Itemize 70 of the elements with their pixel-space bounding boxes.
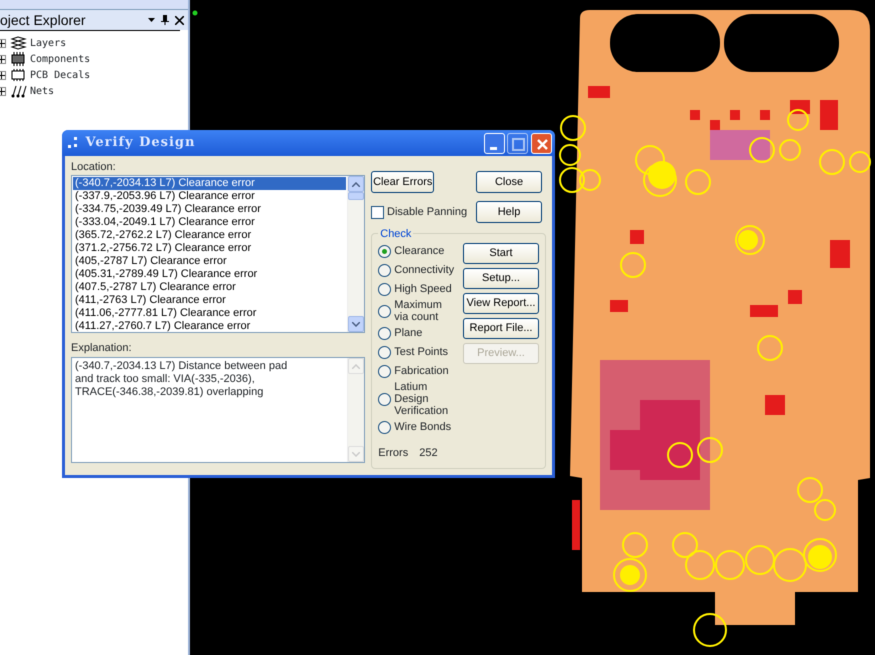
checkbox-label[interactable]: Disable Panning <box>387 204 468 220</box>
action-button[interactable]: Report File... <box>463 318 539 339</box>
expand-icon[interactable] <box>0 72 5 78</box>
radio-button[interactable] <box>378 304 392 318</box>
list-item[interactable]: (411.06,-2777.81 L7) Clearance error <box>73 307 346 320</box>
scrollbar[interactable] <box>347 176 364 332</box>
clear-errors-button[interactable]: Clear Errors <box>371 171 434 193</box>
errors-label: Errors <box>378 446 408 461</box>
radio-label[interactable]: Connectivity <box>394 264 458 276</box>
radio-label[interactable]: Clearance <box>394 245 458 257</box>
panel-title: oject Explorer <box>0 10 86 30</box>
pin-icon[interactable] <box>161 15 169 25</box>
list-item[interactable]: (411,-2763 L7) Clearance error <box>73 294 346 307</box>
radio-button[interactable] <box>378 244 392 258</box>
scroll-up-icon[interactable] <box>352 182 360 186</box>
radio-button[interactable] <box>378 364 392 378</box>
radio-label[interactable]: Test Points <box>394 346 458 358</box>
list-item[interactable]: (-334.75,-2039.49 L7) Clearance error <box>73 203 346 216</box>
action-button[interactable]: Setup... <box>463 268 539 289</box>
maximize-icon[interactable] <box>507 132 528 154</box>
expand-icon[interactable] <box>0 88 5 94</box>
radio-label[interactable]: Latium Design Verification <box>394 381 458 417</box>
tree-item[interactable]: PCB Decals <box>30 68 90 82</box>
radio-button[interactable] <box>378 346 392 358</box>
scroll-down-icon[interactable] <box>352 322 360 326</box>
list-item[interactable]: (365.72,-2762.2 L7) Clearance error <box>73 229 346 242</box>
radio-label[interactable]: Fabrication <box>394 365 458 377</box>
layers-icon <box>9 36 27 50</box>
expand-icon[interactable] <box>0 40 5 46</box>
errors-count: 252 <box>419 446 438 461</box>
action-button[interactable]: View Report... <box>463 293 539 314</box>
tree-item[interactable]: Layers <box>30 36 66 50</box>
radio-button[interactable] <box>378 264 392 276</box>
scroll-thumb[interactable] <box>348 192 364 200</box>
list-item[interactable]: (411.27,-2760.7 L7) Clearance error <box>73 320 346 332</box>
tree-item[interactable]: Components <box>30 52 90 66</box>
chip-icon <box>9 52 27 66</box>
field-label: Location: <box>71 160 117 175</box>
origin-marker <box>192 10 198 16</box>
radio-button[interactable] <box>378 326 392 340</box>
radio-button[interactable] <box>378 282 392 296</box>
help-button[interactable]: Help <box>476 201 542 223</box>
explanation-box[interactable]: (-340.7,-2034.13 L7) Distance between pad and track too small: VIA(-335,-2036), TRACE(-346.38,-2039.81) overlapping <box>71 357 366 463</box>
radio-button[interactable] <box>378 420 392 434</box>
action-button[interactable]: Start <box>463 243 539 264</box>
radio-label[interactable]: Plane <box>394 327 458 339</box>
list-item[interactable]: (-333.04,-2049.1 L7) Clearance error <box>73 216 346 229</box>
wires-icon <box>9 84 27 98</box>
close-button[interactable]: Close <box>476 171 542 193</box>
list-item[interactable]: (405,-2787 L7) Clearance error <box>73 255 346 268</box>
radio-label[interactable]: Maximum via count <box>394 299 458 323</box>
field-label: Explanation: <box>71 341 133 356</box>
list-item[interactable]: (-340.7,-2034.13 L7) Clearance error <box>73 177 346 190</box>
chip-outline-icon <box>9 68 27 82</box>
location-list[interactable] <box>71 175 366 333</box>
list-item[interactable]: (-337.9,-2053.96 L7) Clearance error <box>73 190 346 203</box>
list-item[interactable]: (407.5,-2787 L7) Clearance error <box>73 281 346 294</box>
window-title: Verify Design <box>86 134 196 152</box>
list-item[interactable]: (371.2,-2756.72 L7) Clearance error <box>73 242 346 255</box>
radio-label[interactable]: Wire Bonds <box>394 421 458 433</box>
close-icon[interactable] <box>175 16 184 24</box>
expand-icon[interactable] <box>0 56 5 62</box>
dropdown-icon[interactable] <box>148 18 155 22</box>
checkbox[interactable] <box>371 206 384 218</box>
tree-item[interactable]: Nets <box>30 84 54 98</box>
list-item[interactable]: (405.31,-2789.49 L7) Clearance error <box>73 268 346 281</box>
app-icon <box>68 137 80 149</box>
radio-label[interactable]: High Speed <box>394 283 458 295</box>
radio-button[interactable] <box>378 392 392 406</box>
minimize-icon[interactable] <box>484 132 504 154</box>
